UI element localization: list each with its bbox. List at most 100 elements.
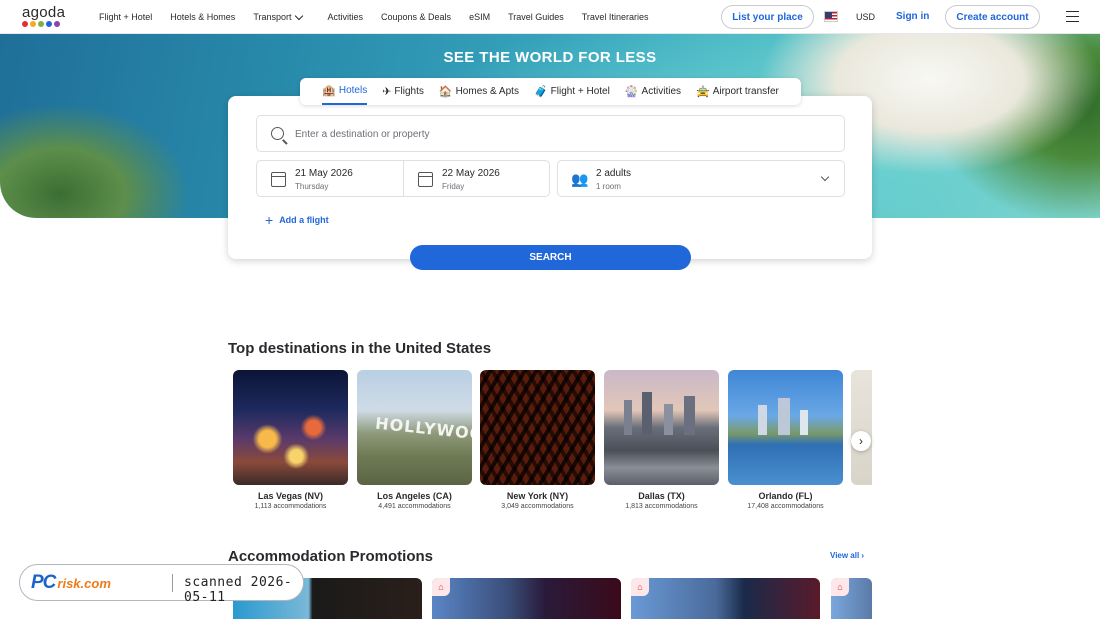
pcrisk-logo: PC risk.com [31, 572, 111, 594]
building [758, 405, 767, 435]
view-all-label: View all [830, 551, 860, 560]
destination-card-las-vegas[interactable]: Las Vegas (NV) 1,113 accommodations [233, 370, 348, 510]
hero-title: SEE THE WORLD FOR LESS [443, 49, 657, 66]
checkin-day: Thursday [295, 182, 329, 191]
logo-dot [22, 21, 28, 27]
people-icon: 👥 [571, 171, 589, 187]
promo-badge-icon: ⌂ [831, 578, 849, 596]
tab-label: Activities [641, 86, 681, 97]
search-icon [271, 127, 284, 140]
building [664, 404, 673, 435]
nav-travel-itineraries[interactable]: Travel Itineraries [573, 12, 658, 22]
nav-flight-hotel[interactable]: Flight + Hotel [90, 12, 161, 22]
nav-travel-guides[interactable]: Travel Guides [499, 12, 573, 22]
city-accommodations: 4,491 accommodations [378, 503, 451, 510]
tab-homes-apts[interactable]: 🏠 Homes & Apts [439, 78, 519, 105]
promotions-title: Accommodation Promotions [228, 548, 434, 565]
destination-card-orlando[interactable]: Orlando (FL) 17,408 accommodations [728, 370, 843, 510]
nav-esim[interactable]: eSIM [460, 12, 499, 22]
nav-label: Travel Guides [508, 12, 564, 22]
city-image [851, 370, 872, 485]
guests-selector[interactable]: 👥 2 adults 1 room [557, 160, 845, 197]
checkin-date: 21 May 2026 [295, 168, 353, 179]
tab-hotels[interactable]: 🏨 Hotels [322, 78, 368, 105]
logo-dot [38, 21, 44, 27]
destination-input[interactable]: Enter a destination or property [256, 115, 845, 152]
building [778, 398, 790, 435]
nav-label: Transport [253, 12, 292, 22]
add-flight-label: Add a flight [279, 215, 329, 225]
nav-hotels-homes[interactable]: Hotels & Homes [161, 12, 244, 22]
checkout-day: Friday [442, 182, 465, 191]
nav-label: Activities [327, 12, 364, 22]
destination-card-partial[interactable] [851, 370, 872, 485]
scan-date: scanned 2026-05-11 [184, 575, 293, 605]
promotion-card[interactable]: ⌂ [631, 578, 820, 619]
agoda-logo[interactable]: agoda [22, 5, 66, 28]
calendar-icon [418, 172, 433, 187]
building [642, 392, 652, 435]
view-all-link[interactable]: View all › [830, 551, 864, 560]
main-nav: Flight + Hotel Hotels & Homes Transport … [90, 0, 657, 34]
search-button[interactable]: SEARCH [410, 245, 691, 270]
tab-airport-transfer[interactable]: 🚖 Airport transfer [696, 78, 779, 105]
tab-label: Flights [394, 86, 424, 97]
logo-dot [30, 21, 36, 27]
nav-label: Travel Itineraries [581, 12, 649, 22]
checkout-date-picker[interactable]: 22 May 2026 Friday [403, 160, 550, 197]
nav-transport[interactable]: Transport [244, 11, 310, 22]
city-name: New York (NY) [506, 491, 569, 501]
nav-coupons-deals[interactable]: Coupons & Deals [372, 12, 460, 22]
destination-card-dallas[interactable]: Dallas (TX) 1,813 accommodations [604, 370, 719, 510]
city-accommodations: 1,813 accommodations [625, 503, 698, 510]
menu-icon[interactable] [1066, 11, 1079, 22]
promotion-card[interactable]: ⌂ [432, 578, 621, 619]
nav-label: Flight + Hotel [99, 12, 153, 22]
list-your-place-button[interactable]: List your place [721, 5, 814, 29]
nav-activities[interactable]: Activities [319, 12, 373, 22]
checkin-date-picker[interactable]: 21 May 2026 Thursday [256, 160, 404, 197]
tab-flights[interactable]: ✈ Flights [382, 78, 424, 105]
logo-pc-text: PC [31, 572, 56, 593]
us-flag-icon[interactable] [824, 11, 838, 22]
tab-label: Flight + Hotel [550, 86, 610, 97]
city-name: Orlando (FL) [758, 491, 813, 501]
top-destinations-title: Top destinations in the United States [228, 340, 492, 357]
hotel-icon: 🏨 [322, 85, 336, 97]
tab-flight-hotel[interactable]: 🧳 Flight + Hotel [534, 78, 610, 105]
destination-card-los-angeles[interactable]: HOLLYWOOD Los Angeles (CA) 4,491 accommo… [357, 370, 472, 510]
home-icon: 🏠 [438, 86, 453, 98]
divider [172, 574, 173, 592]
nav-label: Coupons & Deals [381, 12, 452, 22]
destination-card-new-york[interactable]: New York (NY) 3,049 accommodations [480, 370, 595, 510]
logo-risk-text: risk.com [57, 575, 111, 591]
city-image [604, 370, 719, 485]
logo-dot [46, 21, 52, 27]
luggage-icon: 🧳 [533, 86, 548, 98]
destination-placeholder: Enter a destination or property [295, 129, 430, 140]
city-name: Las Vegas (NV) [257, 491, 324, 501]
nav-label: Hotels & Homes [170, 12, 236, 22]
activities-icon: 🎡 [624, 86, 639, 98]
plane-icon: ✈ [382, 86, 392, 98]
promotion-card-partial[interactable]: ⌂ [831, 578, 872, 619]
add-flight-link[interactable]: + Add a flight [265, 213, 329, 227]
city-accommodations: 17,408 accommodations [747, 503, 824, 510]
city-image [728, 370, 843, 485]
create-account-button[interactable]: Create account [945, 5, 1040, 29]
sign-in-link[interactable]: Sign in [896, 11, 929, 22]
city-image [233, 370, 348, 485]
carousel-next-arrow-icon[interactable]: › [851, 431, 871, 451]
city-name: Dallas (TX) [638, 491, 685, 501]
calendar-icon [271, 172, 286, 187]
city-image [480, 370, 595, 485]
building [624, 400, 632, 435]
rooms-count: 1 room [596, 182, 621, 191]
currency-selector[interactable]: USD [856, 12, 875, 22]
hollywood-sign: HOLLYWOOD [374, 413, 472, 446]
building [684, 396, 695, 435]
promo-badge-icon: ⌂ [432, 578, 450, 596]
tab-activities[interactable]: 🎡 Activities [625, 78, 681, 105]
logo-dot [54, 21, 60, 27]
taxi-icon: 🚖 [696, 86, 710, 98]
